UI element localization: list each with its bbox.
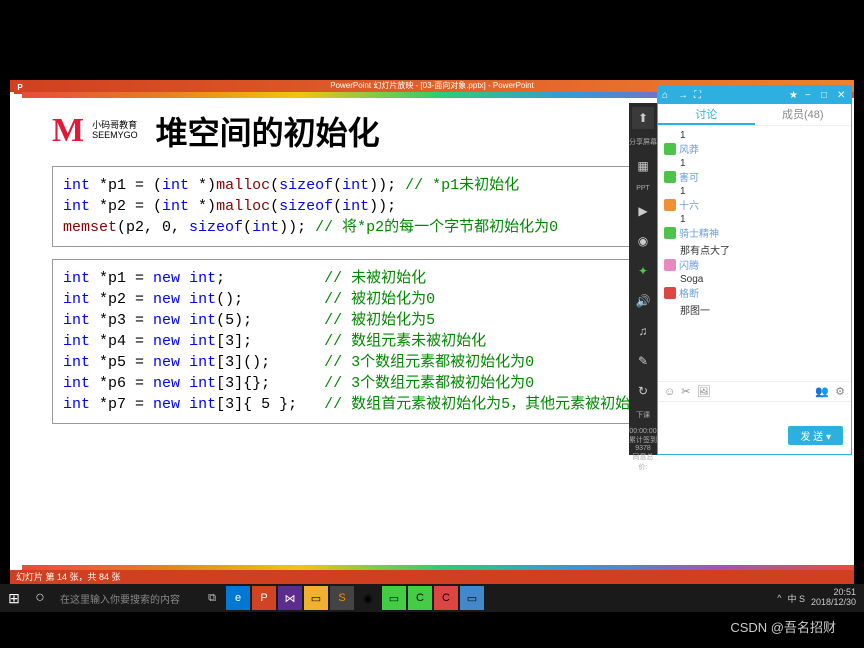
clock[interactable]: 20:51 2018/12/30 xyxy=(811,588,856,608)
pin-icon[interactable]: ★ xyxy=(789,90,799,100)
logo-m-icon: M xyxy=(52,112,84,150)
maximize-icon[interactable]: □ xyxy=(821,90,831,100)
emoji-icon[interactable]: ☺ xyxy=(664,386,675,398)
chat-panel: ⌂ → ⛶ ★ − □ ✕ 讨论 成员(48) 1风莽1害可1十六1骑士精神那有… xyxy=(657,85,852,455)
speaker-tool-icon[interactable]: 🔊 xyxy=(632,290,654,312)
ppt-tool-icon[interactable]: ▦ xyxy=(632,155,654,177)
ppt-status-bar: 幻灯片 第 14 张，共 84 张 xyxy=(10,570,854,584)
chat-input-area[interactable]: 发 送 ▾ xyxy=(658,401,851,451)
chat-messages[interactable]: 1风莽1害可1十六1骑士精神那有点大了闪腾Soga格断那图一 xyxy=(658,126,851,381)
csdn-watermark: CSDN @吾名招财 xyxy=(730,617,836,636)
mic-tool-icon[interactable]: ✦ xyxy=(632,260,654,282)
edge-icon[interactable]: e xyxy=(226,586,250,610)
sublime-icon[interactable]: S xyxy=(330,586,354,610)
send-button[interactable]: 发 送 ▾ xyxy=(788,426,843,445)
start-button[interactable]: ⊞ xyxy=(0,584,28,612)
share-label: 分享屏幕 xyxy=(629,137,657,147)
slide-title: 堆空间的初始化 xyxy=(156,108,380,154)
vs-icon[interactable]: ⋈ xyxy=(278,586,302,610)
music-tool-icon[interactable]: ♫ xyxy=(632,320,654,342)
snip-icon[interactable]: ✂ xyxy=(681,385,690,398)
ppt-label: PPT xyxy=(636,185,650,192)
chat-input-toolbar: ☺ ✂ 🖼 👥 ⚙ xyxy=(658,381,851,401)
logo-text-en: SEEMYGO xyxy=(92,131,138,141)
arrow-icon[interactable]: → xyxy=(678,90,688,100)
fullscreen-icon[interactable]: ⛶ xyxy=(694,90,704,100)
timer-display: 00:00:00 累计签到 9378 同意总价: xyxy=(629,428,657,472)
camera-tool-icon[interactable]: ◉ xyxy=(632,230,654,252)
home-icon[interactable]: ⌂ xyxy=(662,90,672,100)
lang-indicator[interactable]: 中 S xyxy=(787,592,805,605)
minimize-icon[interactable]: − xyxy=(805,90,815,100)
search-icon[interactable]: ○ xyxy=(28,584,52,612)
settings-icon[interactable]: ⚙ xyxy=(835,385,845,398)
tab-members[interactable]: 成员(48) xyxy=(755,104,852,125)
app-icon-1[interactable]: ▭ xyxy=(382,586,406,610)
members-icon[interactable]: 👥 xyxy=(815,385,829,398)
board-tool-icon[interactable]: ✎ xyxy=(632,350,654,372)
tab-discuss[interactable]: 讨论 xyxy=(658,104,755,125)
taskview-icon[interactable]: ⧉ xyxy=(200,586,224,610)
chrome-icon[interactable]: ◉ xyxy=(356,586,380,610)
chat-header: ⌂ → ⛶ ★ − □ ✕ xyxy=(658,86,851,104)
powerpoint-taskbar-icon[interactable]: P xyxy=(252,586,276,610)
image-icon[interactable]: 🖼 xyxy=(696,385,710,398)
search-placeholder[interactable]: 在这里输入你要搜索的内容 xyxy=(52,591,192,606)
tray-up-icon[interactable]: ^ xyxy=(777,593,781,603)
folder-icon[interactable]: ▭ xyxy=(304,586,328,610)
app-icon-3[interactable]: C xyxy=(434,586,458,610)
download-tool-icon[interactable]: ↻ xyxy=(632,380,654,402)
close-icon[interactable]: ✕ xyxy=(837,90,847,100)
app-icon-4[interactable]: ▭ xyxy=(460,586,484,610)
classroom-toolbar: ⬆ 分享屏幕 ▦ PPT ▶ ◉ ✦ 🔊 ♫ ✎ ↻ 下课 00:00:00 累… xyxy=(629,103,657,455)
download-label: 下课 xyxy=(636,410,650,420)
chat-tabs: 讨论 成员(48) xyxy=(658,104,851,126)
video-tool-icon[interactable]: ▶ xyxy=(632,200,654,222)
windows-taskbar: ⊞ ○ 在这里输入你要搜索的内容 ⧉ e P ⋈ ▭ S ◉ ▭ C C ▭ ^… xyxy=(0,584,864,612)
app-icon-2[interactable]: C xyxy=(408,586,432,610)
share-screen-icon[interactable]: ⬆ xyxy=(632,107,654,129)
